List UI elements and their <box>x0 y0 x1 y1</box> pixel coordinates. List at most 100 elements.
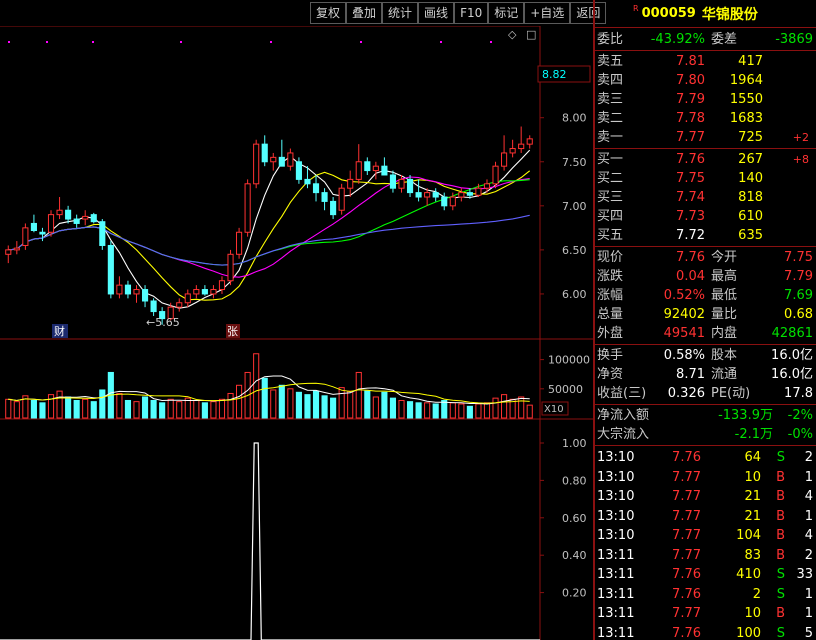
volume-bar[interactable] <box>458 403 465 419</box>
volume-bar[interactable] <box>150 399 157 419</box>
asks-row[interactable]: 卖四 7.80 1964 <box>595 71 816 90</box>
candle-body[interactable] <box>39 231 46 235</box>
add-watchlist-button[interactable]: +自选 <box>524 2 571 24</box>
candle-body[interactable] <box>338 187 345 211</box>
volume-bar[interactable] <box>330 397 337 419</box>
candle-body[interactable] <box>330 200 337 216</box>
candle-body[interactable] <box>176 302 183 308</box>
volume-bar[interactable] <box>39 402 46 419</box>
volume-bar[interactable] <box>381 391 388 419</box>
candle-body[interactable] <box>90 214 97 223</box>
volume-bar[interactable] <box>278 384 285 419</box>
volume-bar[interactable] <box>82 398 89 419</box>
candle-body[interactable] <box>5 249 12 255</box>
candle-body[interactable] <box>347 178 354 189</box>
asks-row[interactable]: 卖五 7.81 417 <box>595 52 816 71</box>
candle-body[interactable] <box>509 148 516 154</box>
asks-row[interactable]: 卖三 7.79 1550 <box>595 90 816 109</box>
candle-body[interactable] <box>449 196 456 207</box>
volume-bar[interactable] <box>483 402 491 419</box>
volume-bar[interactable] <box>201 402 208 419</box>
volume-bar[interactable] <box>253 353 260 419</box>
volume-bar[interactable] <box>518 396 525 419</box>
volume-bar[interactable] <box>398 399 405 419</box>
candle-body[interactable] <box>261 143 268 163</box>
candle-body[interactable] <box>278 156 285 167</box>
candle-body[interactable] <box>501 152 508 167</box>
volume-bar[interactable] <box>159 402 166 419</box>
volume-bar[interactable] <box>355 371 362 419</box>
tick-row[interactable]: 13:10 7.77 104 B 4 <box>595 526 816 546</box>
candlesticks[interactable] <box>5 126 533 325</box>
candle-body[interactable] <box>287 152 294 167</box>
candle-body[interactable] <box>321 192 328 202</box>
candle-body[interactable] <box>124 284 132 295</box>
volume-bar[interactable] <box>193 399 200 419</box>
candle-body[interactable] <box>270 156 277 163</box>
volume-bar[interactable] <box>347 390 354 419</box>
candle-body[interactable] <box>389 174 397 189</box>
tick-row[interactable]: 13:11 7.76 2 S 1 <box>595 585 816 605</box>
stock-code[interactable]: 000059 <box>642 6 696 21</box>
candle-body[interactable] <box>475 187 482 196</box>
candle-body[interactable] <box>518 143 525 150</box>
volume-bar[interactable] <box>424 402 431 419</box>
volume-bar[interactable] <box>389 397 397 419</box>
volume-bar[interactable] <box>270 389 277 419</box>
draw-line-button[interactable]: 画线 <box>418 2 455 24</box>
volume-bar[interactable] <box>184 397 191 419</box>
volume-bar[interactable] <box>227 392 234 419</box>
candle-body[interactable] <box>47 214 55 233</box>
candle-body[interactable] <box>458 192 465 198</box>
chart-area[interactable]: 8.508.007.507.006.506.00 10000050000 1.0… <box>0 26 593 640</box>
bids-row[interactable]: 买五 7.72 635 <box>595 226 816 245</box>
volume-bar[interactable] <box>321 395 328 419</box>
tick-row[interactable]: 13:11 7.76 100 S 5 <box>595 624 816 640</box>
tick-row[interactable]: 13:11 7.77 10 B 1 <box>595 604 816 624</box>
bids-row[interactable]: 买四 7.73 610 <box>595 207 816 226</box>
volume-bar[interactable] <box>466 405 473 419</box>
candle-body[interactable] <box>355 161 362 180</box>
candle-body[interactable] <box>244 183 251 233</box>
volume-bar[interactable] <box>236 384 243 419</box>
candle-body[interactable] <box>107 244 114 295</box>
candle-body[interactable] <box>141 289 149 302</box>
asks-row[interactable]: 卖一 7.77 725 +2 <box>595 128 816 147</box>
volume-bar[interactable] <box>30 399 37 419</box>
candle-body[interactable] <box>13 247 20 251</box>
candle-body[interactable] <box>483 183 491 189</box>
candle-body[interactable] <box>210 289 217 295</box>
candle-body[interactable] <box>253 143 260 185</box>
overlay-button[interactable]: 叠加 <box>346 2 383 24</box>
statistics-button[interactable]: 统计 <box>382 2 419 24</box>
candle-body[interactable] <box>441 196 448 207</box>
candle-body[interactable] <box>227 253 234 282</box>
candle-body[interactable] <box>424 192 431 198</box>
volume-bar[interactable] <box>141 396 149 419</box>
candle-body[interactable] <box>56 209 63 216</box>
volume-bar[interactable] <box>167 398 174 419</box>
volume-bar[interactable] <box>415 402 422 419</box>
volume-bar[interactable] <box>99 389 106 419</box>
candle-body[interactable] <box>193 289 200 295</box>
tick-list[interactable]: 13:10 7.76 64 S 2 13:10 7.77 10 B 1 13:10 7.77 21 B 4 1… <box>595 446 816 640</box>
volume-bar[interactable] <box>261 377 268 419</box>
volume-bar[interactable] <box>492 397 499 419</box>
volume-bar[interactable] <box>372 396 379 419</box>
candle-body[interactable] <box>116 284 123 295</box>
candle-body[interactable] <box>65 209 72 220</box>
kline-chart[interactable]: 8.508.007.507.006.506.00 10000050000 1.0… <box>0 26 593 640</box>
volume-bar[interactable] <box>65 396 72 419</box>
candle-body[interactable] <box>22 227 29 246</box>
f10-button[interactable]: F10 <box>454 2 489 24</box>
volume-bar[interactable] <box>73 399 80 419</box>
finance-badge[interactable]: 财 <box>54 324 65 338</box>
tick-row[interactable]: 13:11 7.76 410 S 33 <box>595 565 816 585</box>
bids-row[interactable]: 买二 7.75 140 <box>595 169 816 188</box>
volume-bar[interactable] <box>5 398 12 419</box>
candle-body[interactable] <box>201 289 208 295</box>
limit-up-badge[interactable]: 张 <box>227 325 238 338</box>
candle-body[interactable] <box>364 161 371 172</box>
volume-bar[interactable] <box>124 399 132 419</box>
candle-body[interactable] <box>406 178 414 194</box>
